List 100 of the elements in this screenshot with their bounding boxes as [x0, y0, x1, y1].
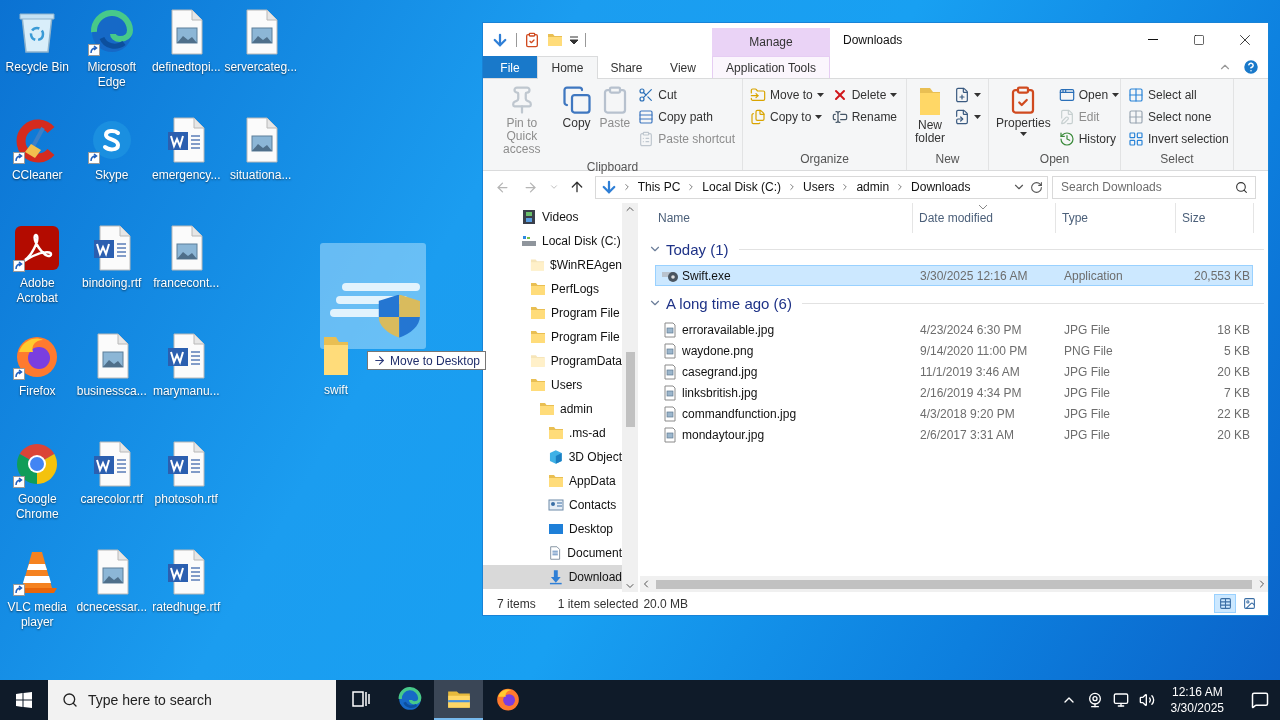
maximize-icon — [1193, 33, 1205, 46]
file-row[interactable]: erroravailable.jpg 4/23/2024 6:30 PM JPG File 18 KB — [655, 319, 1253, 340]
group-header[interactable]: A long time ago (6) — [666, 294, 792, 312]
breadcrumb[interactable]: This PC — [635, 180, 683, 194]
scrollbar-thumb[interactable] — [625, 352, 635, 427]
column-header[interactable]: Type — [1056, 203, 1176, 233]
desktop-icon-label[interactable]: francecont... — [153, 276, 220, 291]
desktop-icon-label[interactable]: Microsoft Edge — [74, 60, 149, 90]
breadcrumb[interactable]: Users — [801, 180, 837, 194]
refresh-icon[interactable] — [1030, 180, 1043, 194]
file-row[interactable]: casegrand.jpg 11/1/2019 3:46 AM JPG File 20 KB — [655, 361, 1253, 382]
column-header[interactable]: Date modified — [913, 203, 1056, 233]
grid-icon — [1128, 109, 1144, 125]
minimize-icon — [1148, 39, 1158, 40]
nav-item[interactable]: AppData — [483, 469, 622, 493]
size-cell-text: 20,553 KB — [1192, 268, 1251, 283]
desktop-icon-label[interactable]: Google Chrome — [0, 492, 75, 522]
ribbon-tab[interactable]: File — [483, 56, 537, 78]
desktop-icon-label[interactable]: Firefox — [18, 384, 56, 399]
date-cell-text: 4/3/2018 9:20 PM — [919, 406, 1016, 421]
desktop-icon-label[interactable]: servercateg... — [224, 60, 298, 75]
ribbon-button[interactable]: Cut — [635, 84, 738, 106]
image-file-icon — [662, 363, 678, 380]
page-arrow-icon — [954, 109, 970, 125]
breadcrumb[interactable]: admin — [854, 180, 892, 194]
desktop-icon-label[interactable]: CCleaner — [11, 168, 63, 183]
desktop-icon-label[interactable]: definedtopi... — [151, 60, 221, 75]
text-box-icon — [638, 109, 655, 125]
size-cell-text: 5 KB — [1223, 343, 1251, 358]
scrollbar-thumb[interactable] — [656, 579, 1252, 589]
type-cell-text: JPG File — [1063, 427, 1111, 442]
desktop-icon-label[interactable]: Skype — [95, 168, 129, 183]
nav-item[interactable]: Program File — [483, 301, 622, 325]
ribbon-tab[interactable]: Home — [537, 56, 598, 79]
help-icon[interactable] — [1242, 58, 1260, 76]
selection-info: 1 item selected — [557, 596, 639, 611]
breadcrumb[interactable]: Local Disk (C:) — [700, 180, 784, 194]
taskbar-search-field[interactable]: Type here to search — [48, 680, 336, 720]
file-row[interactable]: commandfunction.jpg 4/3/2018 9:20 PM JPG File 22 KB — [655, 403, 1253, 424]
group-header[interactable]: Today (1) — [666, 240, 729, 258]
nav-item[interactable]: Videos — [483, 205, 622, 229]
volume-icon[interactable] — [1138, 692, 1155, 708]
ribbon-button[interactable]: History — [1055, 128, 1123, 150]
clock[interactable]: 12:16 AM 3/30/2025 — [1164, 684, 1230, 716]
desktop-icon-label[interactable]: situationa... — [230, 168, 292, 183]
ribbon-button[interactable]: Move to — [747, 84, 827, 106]
network-icon[interactable] — [1112, 692, 1129, 708]
search-icon — [1235, 180, 1248, 194]
search-field[interactable]: Search Downloads — [1052, 175, 1256, 199]
desktop-icon-label[interactable]: VLC media player — [0, 600, 75, 630]
breadcrumb[interactable]: Downloads — [909, 180, 973, 194]
ribbon-button[interactable]: Select all — [1125, 84, 1232, 106]
ribbon-tab[interactable]: Application Tools — [712, 56, 830, 78]
view-button[interactable] — [1214, 594, 1236, 613]
nav-item[interactable]: Local Disk (C:) — [483, 229, 622, 253]
ribbon-button[interactable]: Copy path — [635, 106, 738, 128]
tooltip-text: Move to Desktop — [390, 353, 481, 368]
file-row[interactable]: mondaytour.jpg 2/6/2017 3:31 AM JPG File 20 KB — [655, 424, 1253, 445]
nav-item[interactable]: 3D Object — [483, 445, 622, 469]
ribbon-button[interactable]: Delete — [828, 84, 901, 106]
nav-item[interactable]: Download — [483, 565, 622, 589]
type-cell-text: JPG File — [1063, 406, 1111, 421]
nav-item[interactable]: Contacts — [483, 493, 622, 517]
ribbon-button[interactable]: Copy — [558, 81, 595, 134]
nav-item[interactable]: Users — [483, 373, 622, 397]
app-logo-icon[interactable] — [13, 224, 62, 272]
customize-caret-icon[interactable] — [570, 35, 578, 44]
desktop-icon-label[interactable]: emergency... — [152, 168, 221, 183]
address-bar[interactable]: This PC Local Disk (C:) Users admin Downloads — [594, 175, 1048, 199]
nav-item[interactable]: $WinREAgen — [483, 253, 622, 277]
nav-item[interactable]: Program File — [483, 325, 622, 349]
ribbon-button[interactable]: New folder — [911, 81, 949, 149]
ribbon-button[interactable]: Open — [1055, 84, 1123, 106]
ribbon-button[interactable]: Rename — [828, 106, 901, 128]
file-name: casegrand.jpg — [682, 364, 758, 379]
nav-item[interactable]: .ms-ad — [483, 421, 622, 445]
ribbon-button[interactable]: Copy to — [747, 106, 827, 128]
drag-label: swift — [324, 383, 348, 397]
nav-item[interactable]: PerfLogs — [483, 277, 622, 301]
column-header[interactable]: Size — [1176, 203, 1254, 233]
type-cell-text: PNG File — [1063, 343, 1114, 358]
nav-item[interactable]: admin — [483, 397, 622, 421]
file-row[interactable]: Swift.exe 3/30/2025 12:16 AM Application 20,553 KB — [655, 265, 1253, 286]
search-icon — [62, 692, 78, 708]
file-row[interactable]: linksbritish.jpg 2/16/2019 4:34 PM JPG File 7 KB — [655, 382, 1253, 403]
desktop-icon-label[interactable]: Adobe Acrobat — [0, 276, 75, 306]
desktop-icon-label[interactable]: businessca... — [76, 384, 147, 399]
ribbon-button[interactable]: Invert selection — [1125, 128, 1232, 150]
desktop-icon-label[interactable]: bindoing.rtf — [82, 276, 142, 291]
clipboard-check-icon[interactable] — [524, 31, 540, 48]
message-icon — [1251, 691, 1269, 709]
nav-item[interactable]: Document — [483, 541, 622, 565]
file-row[interactable]: waydone.png 9/14/2020 11:00 PM PNG File 5 KB — [655, 340, 1253, 361]
taskbar-button[interactable] — [434, 680, 483, 720]
ribbon-button[interactable]: Properties — [993, 81, 1054, 140]
ribbon-button[interactable]: Select none — [1125, 106, 1232, 128]
column-header[interactable]: Name — [648, 203, 913, 233]
nav-item[interactable]: Desktop — [483, 517, 622, 541]
desktop-icon-label[interactable]: Recycle Bin — [5, 60, 69, 75]
camera-icon[interactable] — [1086, 692, 1103, 708]
